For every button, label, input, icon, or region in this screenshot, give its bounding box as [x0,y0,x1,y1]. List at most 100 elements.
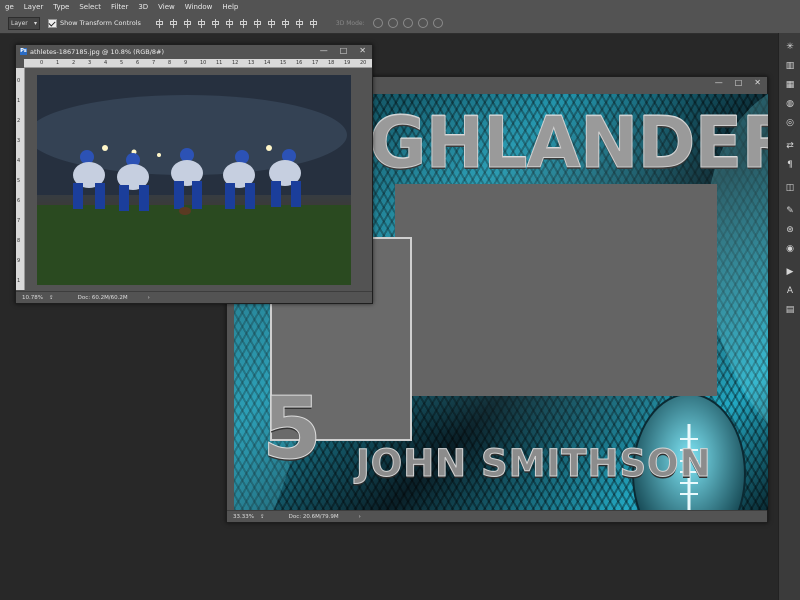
ruler-tick-label: 10 [200,60,207,66]
document-title-bar[interactable]: Ps athletes-1867185.jpg @ 10.8% (RGB/8#)… [16,45,372,59]
drag-3d-icon[interactable] [402,18,413,28]
show-transform-checkbox[interactable] [48,18,57,28]
ruler-tick-label: 13 [248,60,255,66]
distribute-top-icon[interactable] [239,18,248,28]
slide-3d-icon[interactable] [417,18,428,28]
align-bottom-icon[interactable] [183,18,192,28]
align-hcenter-icon[interactable] [211,18,220,28]
zoom-level[interactable]: 33.33% [233,514,254,520]
menu-view[interactable]: View [153,3,180,11]
ruler-tick-label: 18 [328,60,335,66]
player-name: JOHN SMITHSON [356,442,712,485]
ruler-tick-label: 1 [17,98,21,104]
ruler-tick-label: 0 [17,78,21,84]
menu-help[interactable]: Help [217,3,243,11]
ruler-tick-label: 7 [152,60,156,66]
maximize-icon[interactable]: □ [340,46,348,55]
align-vcenter-icon[interactable] [169,18,178,28]
ruler-tick-label: 3 [17,138,21,144]
menu-type[interactable]: Type [48,3,74,11]
chevron-down-icon: ▾ [33,19,37,27]
distribute-bottom-icon[interactable] [267,18,276,28]
align-right-icon[interactable] [225,18,234,28]
3d-mode-icons [372,18,443,28]
character-icon[interactable]: A [779,281,800,300]
history-icon[interactable]: ⇄ [779,136,800,155]
menu-filter[interactable]: Filter [106,3,133,11]
mode-3d-label: 3D Mode: [335,19,365,27]
ruler-tick-label: 4 [17,158,21,164]
histogram-icon[interactable]: ✳ [779,37,800,56]
distribute-left-icon[interactable] [281,18,290,28]
panel-dock: ✳ ▥ ▦ ◍ ◎ ⇄ ¶ ◫ ✎ ⊛ ◉ ▶ A ▤ [778,33,800,600]
paragraph-icon[interactable]: ¶ [779,155,800,174]
styles-icon[interactable]: ◎ [779,113,800,132]
doc-size[interactable]: Doc: 60.2M/60.2M [78,295,128,301]
grass-field [37,205,351,285]
ruler-tick-label: 9 [184,60,188,66]
window-buttons: — □ ✕ [715,78,761,87]
roll-3d-icon[interactable] [387,18,398,28]
ruler-horizontal[interactable]: 0 1 2 3 4 5 6 7 8 9 10 11 12 13 14 15 16 17 18 19 20 [24,59,372,68]
menu-window[interactable]: Window [180,3,218,11]
channels-icon[interactable]: ◉ [779,239,800,258]
brushes-icon[interactable]: ✎ [779,201,800,220]
close-icon[interactable]: ✕ [359,46,366,55]
menu-3d[interactable]: 3D [133,3,153,11]
football-team-photo[interactable] [37,75,351,285]
menu-select[interactable]: Select [74,3,106,11]
photo-placeholder-main[interactable] [395,184,717,396]
auto-select-value: Layer [11,19,28,27]
actions-icon[interactable]: ▶ [779,262,800,281]
minimize-icon[interactable]: — [715,78,723,87]
layers-icon[interactable]: ▥ [779,56,800,75]
minimize-icon[interactable]: — [320,46,328,55]
adjustments-icon[interactable]: ◍ [779,94,800,113]
distribute-right-icon[interactable] [309,18,318,28]
ruler-tick-label: 2 [17,118,21,124]
distribute-hcenter-icon[interactable] [295,18,304,28]
menu-image[interactable]: ge [0,3,19,11]
menu-layer[interactable]: Layer [19,3,49,11]
chevron-right-icon[interactable]: › [148,295,150,301]
distribute-vcenter-icon[interactable] [253,18,262,28]
ruler-tick-label: 15 [280,60,287,66]
grid-icon[interactable]: ▤ [779,300,800,319]
menu-bar: ge Layer Type Select Filter 3D View Wind… [0,0,800,14]
ruler-tick-label: 8 [17,238,21,244]
chevron-right-icon[interactable]: › [359,514,361,520]
options-bar: Layer ▾ Show Transform Controls 3D Mode: [0,13,800,34]
align-left-icon[interactable] [197,18,206,28]
photoshop-file-icon: Ps [20,48,27,55]
window-buttons: — □ ✕ [320,46,366,55]
3d-icon[interactable]: ◫ [779,178,800,197]
ruler-tick-label: 3 [88,60,92,66]
auto-select-dropdown[interactable]: Layer ▾ [8,16,40,30]
rotate-3d-icon[interactable] [372,18,383,28]
align-top-icon[interactable] [155,18,164,28]
ruler-tick-label: 16 [296,60,303,66]
show-transform-label: Show Transform Controls [60,19,141,27]
ruler-tick-label: 6 [17,198,21,204]
ruler-vertical[interactable]: 0 1 2 3 4 5 6 7 8 9 1 [16,68,25,290]
ruler-tick-label: 12 [232,60,239,66]
swatches-icon[interactable]: ▦ [779,75,800,94]
headline-text: GHLANDERS [369,102,768,184]
document-title: athletes-1867185.jpg @ 10.8% (RGB/8#) [30,48,165,56]
doc-size[interactable]: Doc: 20.6M/79.9M [289,514,339,520]
scale-3d-icon[interactable] [432,18,443,28]
share-icon[interactable]: ⇪ [260,514,265,520]
ruler-tick-label: 14 [264,60,271,66]
ruler-tick-label: 1 [56,60,60,66]
zoom-level[interactable]: 10.78% [22,295,43,301]
ruler-tick-label: 19 [344,60,351,66]
ruler-tick-label: 8 [168,60,172,66]
ruler-tick-label: 1 [17,278,21,284]
align-buttons [155,18,318,28]
share-icon[interactable]: ⇪ [49,295,54,301]
clone-source-icon[interactable]: ⊛ [779,220,800,239]
status-bar: 33.33% ⇪ Doc: 20.6M/79.9M › [227,510,767,522]
maximize-icon[interactable]: □ [735,78,743,87]
close-icon[interactable]: ✕ [754,78,761,87]
ruler-tick-label: 2 [72,60,76,66]
